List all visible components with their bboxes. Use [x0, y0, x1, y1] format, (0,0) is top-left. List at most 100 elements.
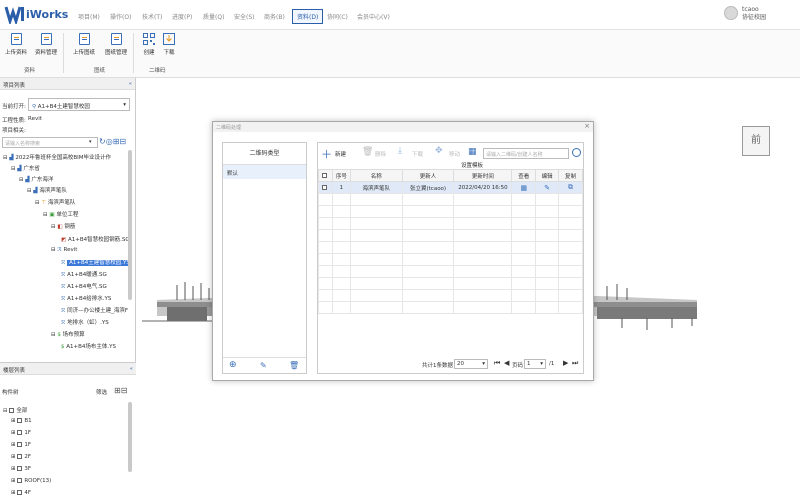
- tree-search-input[interactable]: 请输入名称搜索: [2, 137, 98, 148]
- close-icon[interactable]: ×: [584, 122, 590, 130]
- layer-scrollbar[interactable]: [128, 402, 132, 472]
- checkbox[interactable]: [9, 408, 15, 413]
- tree-node[interactable]: ℛ 同济—办公楼土建_海滨F: [61, 306, 128, 314]
- expand-icon[interactable]: ⊞: [114, 386, 121, 395]
- view-qrcode-icon[interactable]: ▦: [511, 181, 537, 194]
- trash-icon[interactable]: 🗑: [289, 361, 299, 370]
- collapse-icon[interactable]: «: [130, 366, 133, 372]
- select-all-checkbox[interactable]: [318, 169, 333, 182]
- edit-icon[interactable]: ✎: [535, 181, 560, 194]
- upload-data-button[interactable]: 上传资料: [3, 33, 29, 56]
- tree-node[interactable]: ℛ A1+B4暖通.SG: [61, 270, 107, 278]
- qrcode-search-input[interactable]: 请输入二维码/创建人名称: [483, 148, 569, 159]
- layer-item[interactable]: ⊞ 4F: [11, 490, 31, 496]
- layer-item[interactable]: ⊞ 1F: [11, 430, 31, 436]
- collapse-all-icon[interactable]: ⊟: [121, 386, 128, 395]
- layer-item[interactable]: ⊞ B1: [11, 418, 32, 424]
- chevron-down-icon[interactable]: ▾: [89, 139, 92, 145]
- nav-item-project[interactable]: 项目(M): [78, 12, 100, 21]
- layer-item[interactable]: ⊞ 2F: [11, 454, 31, 460]
- tree-node[interactable]: ⊟ ▟ 广东省: [11, 164, 40, 172]
- tree-node[interactable]: ℛ 地排水（虹）.YS: [61, 318, 109, 326]
- new-button[interactable]: 新建: [335, 150, 346, 158]
- drawing-manage-button[interactable]: 图纸管理: [103, 33, 129, 56]
- tree-node-selected[interactable]: ℛ A1+B4土建智慧校园.YS: [61, 258, 132, 266]
- tree-node[interactable]: $ A1+B4场布主体.YS: [61, 342, 116, 350]
- column-header[interactable]: 名称: [349, 169, 403, 182]
- download-qr-button[interactable]: 下载: [156, 33, 182, 56]
- prev-page-icon[interactable]: ◀: [504, 359, 509, 367]
- tree-node[interactable]: ⊟ ⊤ 海滨声笔队: [35, 198, 75, 206]
- add-circle-icon[interactable]: ⊕: [229, 360, 237, 370]
- table-row[interactable]: 1 海滨声笔队 张立翼(tcaoo) 2022/04/20 16:50 ▦ ✎ …: [318, 181, 583, 194]
- copy-icon[interactable]: ⧉: [558, 181, 583, 194]
- data-manage-button[interactable]: 资料管理: [33, 33, 59, 56]
- checkbox[interactable]: [321, 172, 327, 178]
- refresh-icon[interactable]: ↻: [99, 137, 106, 146]
- template-button[interactable]: 设置模板: [461, 161, 483, 169]
- move-button[interactable]: 移动: [449, 150, 460, 158]
- nav-item-quality[interactable]: 质量(Q): [203, 12, 224, 21]
- column-header[interactable]: 更新时间: [453, 169, 513, 182]
- locate-icon[interactable]: ◎: [106, 137, 113, 146]
- nav-item-technology[interactable]: 技术(T): [142, 12, 162, 21]
- checkbox[interactable]: [17, 478, 23, 483]
- next-page-icon[interactable]: ▶: [563, 359, 568, 367]
- nav-item-operation[interactable]: 操作(O): [110, 12, 131, 21]
- collapse-icon[interactable]: «: [129, 81, 132, 87]
- column-header[interactable]: 查看: [511, 169, 537, 182]
- column-header[interactable]: 序号: [331, 169, 351, 182]
- tree-node[interactable]: ℛ A1+B4给排水.YS: [61, 294, 111, 302]
- layer-item[interactable]: ⊞ 1F: [11, 442, 31, 448]
- tree-node[interactable]: ⊟ ▟ 广东海洋: [19, 175, 53, 183]
- nav-item-business[interactable]: 商务(B): [264, 12, 285, 21]
- layer-item[interactable]: ⊞ 3F: [11, 466, 31, 472]
- user-info[interactable]: tcaoo 协征校园: [742, 6, 766, 22]
- layer-item[interactable]: ⊟ 全部: [3, 406, 27, 414]
- nav-item-progress[interactable]: 进度(P): [172, 12, 192, 21]
- first-page-icon[interactable]: ⏮: [494, 359, 500, 368]
- checkbox[interactable]: [17, 442, 23, 447]
- collapse-all-icon[interactable]: ⊟: [119, 137, 126, 146]
- tree-node[interactable]: ⊟ ▣ 单位工程: [43, 210, 78, 218]
- nav-item-member[interactable]: 会员中心(V): [357, 12, 390, 21]
- layer-actions[interactable]: ⊞⊟: [114, 386, 127, 395]
- nav-item-safety[interactable]: 安全(S): [234, 12, 255, 21]
- tree-scrollbar[interactable]: [128, 150, 132, 300]
- checkbox[interactable]: [17, 418, 23, 423]
- checkbox[interactable]: [17, 454, 23, 459]
- page-size-select[interactable]: 20 ▾: [454, 359, 488, 369]
- checkbox[interactable]: [17, 466, 23, 471]
- search-icon[interactable]: [572, 148, 581, 157]
- last-page-icon[interactable]: ⏭: [572, 359, 578, 368]
- current-project-select[interactable]: ⚲ A1+B4土建智慧校园 ▾: [28, 98, 130, 111]
- tree-node[interactable]: ⊟ ◧ 钢筋: [51, 222, 75, 230]
- checkbox[interactable]: [17, 490, 23, 495]
- page-number-input[interactable]: 1 ▾: [524, 359, 546, 369]
- tree-node[interactable]: ℛ A1+B4电气.SG: [61, 282, 107, 290]
- view-cube-front[interactable]: 前: [742, 126, 770, 156]
- qrcode-type-item[interactable]: 默认: [223, 165, 306, 179]
- checkbox[interactable]: [17, 430, 23, 435]
- edit-icon[interactable]: ✎: [260, 361, 267, 370]
- upload-drawing-button[interactable]: 上传图纸: [71, 33, 97, 56]
- download-button[interactable]: 下载: [412, 150, 423, 158]
- nav-item-collab[interactable]: 协同(C): [327, 12, 348, 21]
- column-header[interactable]: 更新人: [401, 169, 455, 182]
- tree-node[interactable]: ◩ A1+B4智慧校园钢筋.SG: [61, 235, 130, 243]
- checkbox[interactable]: [321, 184, 327, 190]
- tree-actions[interactable]: ↻◎⊞⊟: [99, 137, 126, 146]
- tree-node[interactable]: ⊟ ▟ 海滨声笔队: [27, 186, 67, 194]
- avatar[interactable]: [724, 6, 738, 20]
- tree-node[interactable]: ⊟ ℛ Revit: [51, 247, 77, 253]
- delete-button[interactable]: 删除: [375, 150, 386, 158]
- tree-node[interactable]: ⊟ $ 场布预算: [51, 330, 85, 338]
- nav-item-data[interactable]: 资料(D): [292, 9, 324, 24]
- layer-item[interactable]: ⊞ ROOF(13): [11, 478, 51, 484]
- filter-button[interactable]: 筛选: [96, 388, 107, 396]
- row-checkbox[interactable]: [318, 181, 333, 194]
- tree-node[interactable]: ⊟ ▟ 2022年鲁班杯全国高校BIM毕业设计作: [3, 153, 111, 161]
- column-header[interactable]: 复制: [558, 169, 583, 182]
- plus-icon[interactable]: ＋: [321, 146, 332, 162]
- column-header[interactable]: 编辑: [535, 169, 560, 182]
